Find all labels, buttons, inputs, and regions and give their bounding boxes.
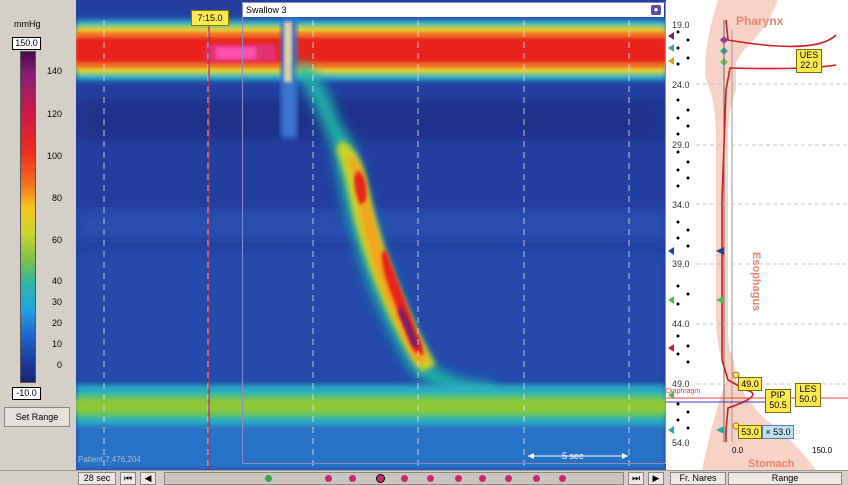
depth-label: 39.0 (672, 259, 690, 269)
les-marker[interactable]: LES 50.0 (795, 383, 821, 407)
fr-nares-button[interactable]: Fr. Nares (670, 472, 726, 485)
swallow-marker[interactable] (455, 475, 462, 482)
color-legend-panel: mmHg 150.0 140 120 100 80 60 40 30 20 10… (0, 0, 75, 470)
close-icon[interactable]: ● (651, 5, 661, 15)
swallow-marker[interactable] (479, 475, 486, 482)
depth-label: 54.0 (672, 438, 690, 448)
unit-label: mmHg (14, 19, 41, 29)
anatomy-panel: Pharynx Esophagus Stomach 19.0 24.0 29.0… (666, 0, 848, 470)
stomach-label: Stomach (748, 458, 795, 470)
patient-label: Patient 7,476,204 (78, 455, 141, 464)
tick-label: 100 (46, 151, 62, 161)
tick-label: 40 (51, 276, 62, 286)
tick-label: 120 (46, 109, 62, 119)
pip-marker[interactable]: PIP 50.5 (765, 389, 791, 413)
ues-value: 22.0 (800, 60, 818, 70)
swallow-title-bar: Swallow 3 ● (243, 3, 664, 17)
les-value: 50.0 (799, 394, 817, 404)
ues-marker[interactable]: UES 22.0 (796, 49, 822, 73)
range-button[interactable]: Range (728, 472, 842, 485)
tick-label: 30 (51, 297, 62, 307)
bottom-toolbar: 28 sec ⏮ ◀ ⏭ ▶ Fr. Nares Range (0, 470, 848, 485)
swallow-marker[interactable] (427, 475, 434, 482)
swallow-selection-box[interactable] (242, 2, 666, 464)
ues-label: UES (799, 50, 819, 60)
close-icon[interactable]: × (765, 427, 770, 437)
diaphragm-label: Diaphragm (666, 388, 701, 395)
depth-label: 34.0 (672, 200, 690, 210)
swallow-marker[interactable] (401, 475, 408, 482)
set-range-button[interactable]: Set Range (4, 407, 70, 427)
skip-end-icon[interactable]: ⏭ (628, 472, 644, 485)
swallow-marker[interactable] (376, 474, 385, 483)
swallow-marker[interactable] (265, 475, 272, 482)
range-max-input[interactable]: 150.0 (12, 37, 41, 50)
depth-marker-53[interactable]: 53.0 (738, 425, 762, 439)
pip-label: PIP (770, 390, 786, 400)
pressure-colorbar (20, 51, 36, 383)
time-scale-label: 5 sec (562, 451, 584, 461)
step-forward-icon[interactable]: ▶ (648, 472, 664, 485)
esophagus-label: Esophagus (750, 252, 762, 312)
tick-label: 60 (51, 235, 62, 245)
depth-marker-53-alt[interactable]: × 53.0 (762, 425, 794, 439)
pressure-topography-plot[interactable]: 7:15.0 Swallow 3 ● Patient 7,476,204 5 s… (76, 0, 666, 470)
tick-label: 10 (51, 339, 62, 349)
timeline-scrubber[interactable] (164, 472, 624, 485)
pip-value: 50.5 (769, 400, 787, 410)
les-label: LES (799, 384, 817, 394)
swallow-marker[interactable] (349, 475, 356, 482)
tick-label: 20 (51, 318, 62, 328)
swallow-marker[interactable] (533, 475, 540, 482)
range-min-input[interactable]: -10.0 (12, 387, 41, 400)
depth-label: 19.0 (672, 20, 690, 30)
pharynx-label: Pharynx (736, 14, 784, 28)
step-back-icon[interactable]: ◀ (140, 472, 156, 485)
marker-53-alt-value: 53.0 (773, 427, 791, 437)
duration-button[interactable]: 28 sec (78, 472, 116, 485)
depth-label: 29.0 (672, 140, 690, 150)
pressure-axis-max: 150.0 (812, 446, 833, 455)
swallow-title: Swallow 3 (246, 5, 287, 15)
swallow-marker[interactable] (505, 475, 512, 482)
tick-label: 0 (56, 360, 62, 370)
swallow-marker[interactable] (559, 475, 566, 482)
tick-label: 80 (51, 193, 62, 203)
swallow-marker[interactable] (325, 475, 332, 482)
skip-start-icon[interactable]: ⏮ (120, 472, 136, 485)
depth-label: 44.0 (672, 319, 690, 329)
time-cursor-label[interactable]: 7:15.0 (191, 10, 229, 26)
depth-label: 24.0 (672, 80, 690, 90)
depth-marker-49[interactable]: 49.0 (738, 377, 762, 391)
tick-label: 140 (46, 66, 62, 76)
pressure-axis-min: 0.0 (732, 446, 744, 455)
